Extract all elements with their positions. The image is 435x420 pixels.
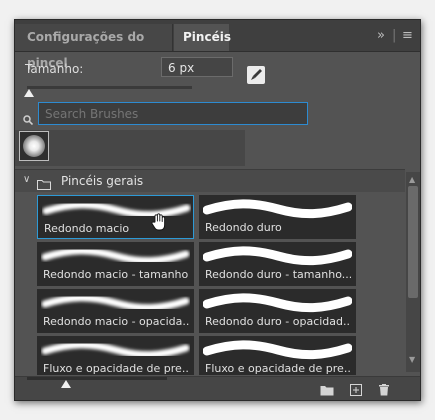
search-input[interactable] xyxy=(38,102,308,125)
brush-stroke-preview xyxy=(203,293,352,313)
brush-stroke-preview xyxy=(203,246,352,266)
folder-icon xyxy=(37,175,51,190)
scroll-up-icon[interactable]: ▲ xyxy=(409,175,415,184)
brush-stroke-preview xyxy=(41,294,190,312)
brush-stroke-preview xyxy=(203,340,352,360)
brush-stroke-preview xyxy=(203,199,352,219)
brush-stroke-preview xyxy=(41,341,190,359)
chevron-down-icon[interactable]: ∨ xyxy=(23,174,30,185)
brush-tile[interactable]: Fluxo e opacidade de pre... xyxy=(199,336,356,375)
brush-tile[interactable]: Redondo duro xyxy=(199,195,356,239)
brush-tile-label: Redondo duro - tamanho... xyxy=(205,268,351,281)
trash-icon[interactable] xyxy=(377,381,391,396)
recent-brushes-strip xyxy=(15,130,245,166)
recent-brush-soft-round[interactable] xyxy=(19,131,49,161)
size-slider-thumb[interactable] xyxy=(24,89,34,97)
brush-tile[interactable]: Redondo macio xyxy=(37,195,194,239)
brush-tile[interactable]: Redondo duro - opacidad... xyxy=(199,289,356,333)
size-label: Tamanho: xyxy=(25,62,84,76)
thumbnail-size-slider-track[interactable] xyxy=(27,377,167,380)
brush-tile-label: Redondo duro - opacidad... xyxy=(205,315,351,328)
scroll-down-icon[interactable]: ▼ xyxy=(409,355,415,364)
brush-tile[interactable]: Redondo macio - tamanho... xyxy=(37,242,194,286)
size-input[interactable]: 6 px xyxy=(161,57,233,77)
new-group-folder-icon[interactable] xyxy=(320,381,334,396)
brush-tile[interactable]: Fluxo e opacidade de pre... xyxy=(37,336,194,375)
tab-brushes[interactable]: Pincéis xyxy=(174,24,231,51)
panel-menu-icon[interactable]: ≡ xyxy=(402,28,413,43)
collapse-panel-icon[interactable]: » xyxy=(377,28,385,43)
brush-group-header[interactable]: ∨ Pincéis gerais xyxy=(15,169,405,192)
hand-cursor-icon xyxy=(149,213,169,233)
tabbar-separator: | xyxy=(392,28,397,43)
brushes-panel: Configurações do pincel Pincéis » | ≡ Ta… xyxy=(14,19,421,401)
brush-tile-label: Fluxo e opacidade de pre... xyxy=(43,362,189,375)
brush-tile-label: Fluxo e opacidade de pre... xyxy=(205,362,351,375)
brush-tile-label: Redondo macio - opacida... xyxy=(43,315,189,328)
thumbnail-size-slider-thumb[interactable] xyxy=(61,380,72,388)
brush-tile-label: Redondo macio - tamanho... xyxy=(43,268,189,281)
brush-grid: Redondo macio Redondo duro Redondo macio -… xyxy=(37,195,367,375)
brush-stroke-preview xyxy=(41,247,190,265)
brush-tile[interactable]: Redondo duro - tamanho... xyxy=(199,242,356,286)
brush-tile-label: Redondo duro xyxy=(205,221,282,234)
scrollbar-thumb[interactable] xyxy=(408,186,418,298)
size-slider-track[interactable] xyxy=(27,86,192,89)
search-icon xyxy=(23,110,34,126)
tab-bar: Configurações do pincel Pincéis » | ≡ xyxy=(15,20,420,70)
new-brush-icon[interactable] xyxy=(349,381,363,396)
tab-brush-settings[interactable]: Configurações do pincel xyxy=(15,24,173,70)
group-title: Pincéis gerais xyxy=(61,174,144,188)
recent-brush-preview xyxy=(23,135,45,157)
brush-edit-icon[interactable] xyxy=(247,66,265,84)
brush-tile[interactable]: Redondo macio - opacida... xyxy=(37,289,194,333)
